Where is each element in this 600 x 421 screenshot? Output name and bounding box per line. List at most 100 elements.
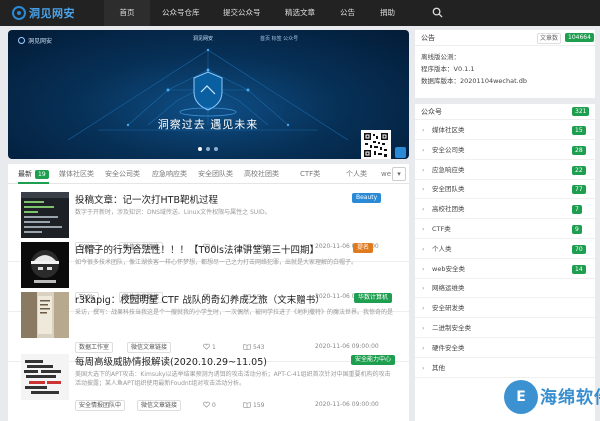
category-item[interactable]: › 媒体社区类 15 — [415, 121, 595, 140]
source-tag[interactable]: 安全情报团队中 — [75, 400, 126, 411]
category-item-label: 媒体社区类 — [432, 126, 465, 134]
logo-text: 洞见网安 — [29, 7, 75, 20]
tab-web[interactable]: we — [381, 164, 391, 184]
article-date: 2020-11-06 09:00:00 — [315, 401, 379, 408]
article-title[interactable]: 每周高级威胁情报解读(2020.10.29~11.05) — [75, 354, 267, 368]
category-item[interactable]: › web安全类 14 — [415, 260, 595, 279]
nav-announcement[interactable]: 公告 — [340, 0, 355, 26]
article-thumbnail — [21, 292, 69, 338]
site-logo[interactable]: 洞见网安 — [12, 4, 75, 22]
category-item[interactable]: › 其他 — [415, 359, 595, 378]
category-item[interactable]: › CTF类 9 — [415, 220, 595, 239]
category-item[interactable]: › 安全公司类 28 — [415, 141, 595, 160]
qr-code-image — [361, 130, 391, 159]
category-item[interactable]: › 安全团队类 77 — [415, 180, 595, 200]
chevron-right-icon: › — [422, 265, 425, 273]
article-summary: 美国大选下的APT攻击：Kimsuky以选举结果预测为诱饵的攻击活动分析；APT… — [75, 371, 391, 387]
chevron-right-icon: › — [422, 325, 425, 332]
category-item-count: 70 — [572, 244, 586, 254]
banner-graphic — [67, 48, 349, 141]
article-panel: 最新 19 媒体社区类 安全公司类 应急响应类 安全团队类 高校社团类 CTF类 … — [8, 164, 409, 421]
logo-icon — [12, 6, 26, 20]
carousel-dot[interactable] — [206, 147, 210, 151]
banner-carousel[interactable]: 洞见网安 洞见网安 首页 标签 公众号 洞察过去 遇见未来 — [8, 30, 409, 159]
category-item-label: 安全公司类 — [432, 145, 465, 154]
article-summary: 采访，撰写：战果科技当我这是个一艘就我的小学生时，一次偶然，被同学拉进了《地利撒… — [75, 309, 393, 316]
banner-logo: 洞见网安 — [18, 36, 52, 45]
category-item-label: 应急响应类 — [432, 165, 465, 174]
account-category-card: 公众号 321 › 媒体社区类 15 › 安全公司类 28 › 应急响应类 22 › 安全团队类 77… — [415, 104, 595, 421]
article-title[interactable]: 白帽子的行为合法性！！！【T00ls法律讲堂第三十四期】 — [75, 242, 319, 256]
tab-personal[interactable]: 个人类 — [346, 164, 367, 184]
category-item[interactable]: › 硬件安全类 — [415, 339, 595, 358]
nav-home[interactable]: 首页 — [104, 0, 150, 26]
nav-featured-articles[interactable]: 精选文章 — [285, 0, 315, 26]
carousel-dot[interactable] — [198, 147, 202, 151]
category-item-label: CTF类 — [432, 225, 451, 233]
category-item-label: 其他 — [432, 363, 445, 372]
tab-emergency[interactable]: 应急响应类 — [152, 164, 187, 184]
chevron-right-icon: › — [422, 146, 425, 154]
chevron-right-icon: › — [422, 344, 425, 352]
category-item[interactable]: › 网络运维类 — [415, 279, 595, 299]
article-badge: Beauty — [352, 193, 382, 203]
category-item-label: 二进制安全类 — [432, 324, 471, 332]
notice-card: 公告 文章数 104664 离线版公测： 程序版本：V0.1.1 数据库版本：2… — [415, 30, 595, 98]
qr-toggle-button[interactable] — [395, 147, 406, 158]
category-item[interactable]: › 应急响应类 22 — [415, 161, 595, 180]
banner-menu: 首页 标签 公众号 — [260, 36, 299, 42]
nav-account-repo[interactable]: 公众号仓库 — [162, 0, 200, 26]
chevron-right-icon: › — [422, 226, 425, 233]
article-count-badge: 104664 — [565, 33, 594, 42]
wechat-link-tag[interactable]: 微信文章链接 — [137, 400, 182, 411]
category-item[interactable]: › 个人类 70 — [415, 240, 595, 259]
article-meta: 安全情报团队中 微信文章链接 0 159 2020-11-06 09:00:00 — [75, 400, 393, 412]
article-title[interactable]: r3kapig：校园明星 CTF 战队的奇幻养成之旅（文末赠书） — [75, 292, 325, 306]
tab-ctf[interactable]: CTF类 — [300, 164, 320, 184]
category-item[interactable]: › 高校社团类 7 — [415, 200, 595, 220]
chevron-right-icon: › — [422, 305, 425, 313]
tab-security-company[interactable]: 安全公司类 — [105, 164, 140, 184]
chevron-right-icon: › — [422, 186, 425, 194]
category-item-label: 网络运维类 — [432, 284, 465, 293]
chevron-right-icon: › — [422, 285, 425, 293]
article-summary: 如今很多技术团队，像江湖侠客一样心怀梦想，都想尽一己之力打击网络犯罪，出就是大家… — [75, 259, 358, 266]
article-badge: 提名 — [353, 243, 374, 253]
nav-submit-account[interactable]: 提交公众号 — [223, 0, 261, 26]
nav-donate[interactable]: 捐助 — [380, 0, 395, 26]
article-title[interactable]: 投稿文章：记一次打HTB靶机过程 — [75, 192, 218, 206]
tab-latest-label: 最新 — [18, 170, 32, 178]
category-item-count: 22 — [572, 165, 586, 175]
tab-security-team[interactable]: 安全团队类 — [198, 164, 233, 184]
view-count-value: 159 — [253, 402, 265, 409]
category-tabs: 最新 19 媒体社区类 安全公司类 应急响应类 安全团队类 高校社团类 CTF类 … — [8, 164, 409, 184]
category-item-count: 7 — [572, 205, 582, 215]
tab-latest[interactable]: 最新 19 — [18, 164, 49, 184]
tab-university[interactable]: 高校社团类 — [244, 164, 279, 184]
category-item-label: 安全团队类 — [432, 185, 465, 194]
heart-icon — [203, 343, 210, 350]
category-item-count: 9 — [572, 225, 582, 234]
chevron-right-icon: › — [422, 364, 425, 372]
top-navbar: 洞见网安 首页 公众号仓库 提交公众号 精选文章 公告 捐助 — [0, 0, 600, 26]
category-item-count: 77 — [572, 185, 586, 195]
like-count[interactable]: 0 — [203, 401, 216, 409]
chevron-right-icon: › — [422, 206, 425, 214]
chevron-down-icon[interactable]: ▾ — [392, 167, 406, 181]
article-summary: 数字于开新时，涉及知识：DNS域传送、Linux文件权限与属性之 SUID。 — [75, 209, 271, 216]
category-item[interactable]: › 二进制安全类 — [415, 319, 595, 338]
category-item-count: 15 — [572, 126, 586, 135]
category-item[interactable]: › 安全研发类 — [415, 299, 595, 319]
article-item[interactable]: 每周高级威胁情报解读(2020.10.29~11.05) 安全能力中心 美国大选… — [8, 350, 409, 421]
chevron-right-icon: › — [422, 245, 425, 253]
book-icon — [243, 402, 251, 408]
carousel-dots[interactable] — [198, 147, 218, 151]
book-icon — [243, 344, 251, 350]
category-item-count: 14 — [572, 264, 586, 274]
tab-media[interactable]: 媒体社区类 — [59, 164, 94, 184]
search-icon[interactable] — [432, 7, 443, 18]
category-total-badge: 321 — [572, 107, 590, 116]
category-title: 公众号 — [421, 108, 442, 116]
notice-title: 公告 — [421, 34, 435, 42]
carousel-dot[interactable] — [214, 147, 218, 151]
